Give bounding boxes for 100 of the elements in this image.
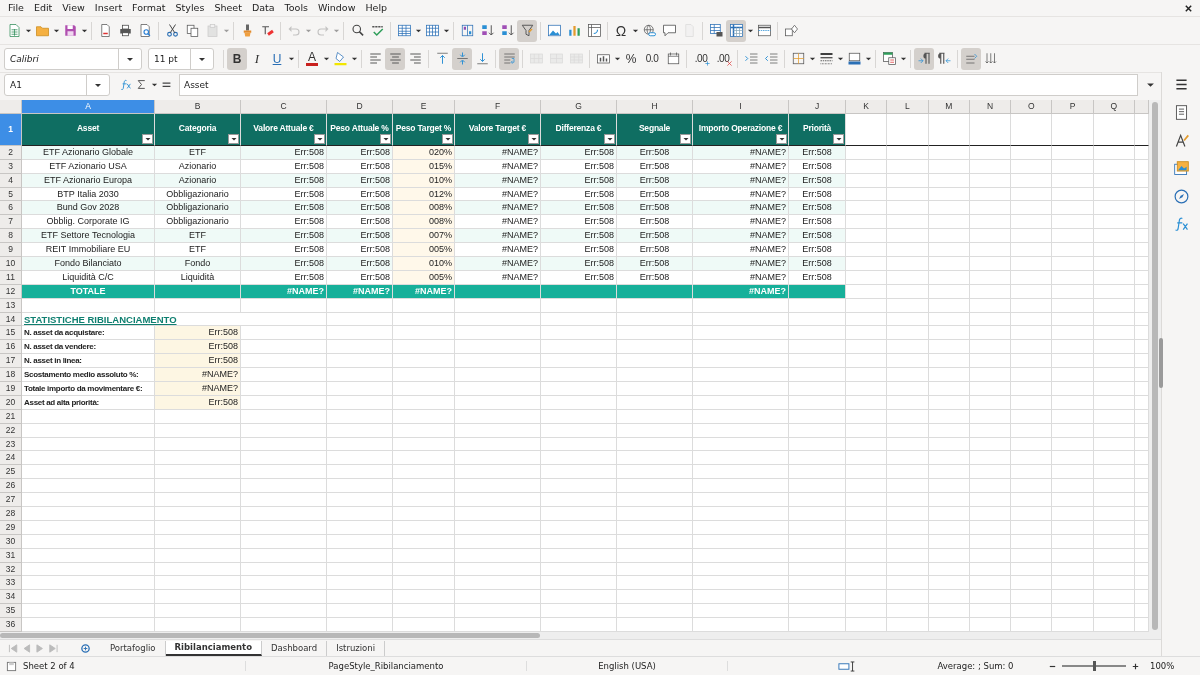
menu-item[interactable]: Sheet	[209, 1, 247, 15]
column-header[interactable]: O	[1011, 99, 1053, 114]
sheet-tab[interactable]: Dashboard	[262, 640, 328, 656]
function-icon[interactable]	[1172, 216, 1190, 233]
add-sheet-icon[interactable]	[80, 642, 91, 654]
row-header[interactable]: 36	[0, 618, 22, 632]
column-header[interactable]: Q	[1093, 99, 1136, 114]
vertical-scrollbar[interactable]	[1149, 99, 1162, 632]
row-header[interactable]: 7	[0, 215, 22, 230]
italic-button[interactable]: I	[247, 47, 267, 70]
left-to-right-button[interactable]	[914, 47, 934, 70]
menu-item[interactable]: Window	[312, 1, 361, 15]
column-header[interactable]: N	[969, 99, 1012, 114]
column-header[interactable]: H	[617, 99, 693, 114]
filter-button[interactable]	[380, 133, 391, 144]
row-header[interactable]: 18	[0, 368, 22, 382]
wrap-text-button[interactable]	[499, 47, 519, 70]
font-size-field[interactable]: 11 pt	[148, 47, 214, 70]
special-character-button[interactable]: Ω	[611, 19, 631, 42]
column-header[interactable]: I	[693, 99, 789, 114]
menu-item[interactable]: Edit	[28, 1, 58, 15]
row-header[interactable]: 35	[0, 604, 22, 619]
column-header[interactable]: L	[887, 99, 929, 114]
row-header[interactable]: 26	[0, 479, 22, 494]
menu-item[interactable]: Insert	[89, 1, 128, 15]
column-header[interactable]: D	[327, 99, 393, 114]
filter-button[interactable]	[680, 133, 691, 144]
underline-button[interactable]: U	[267, 47, 287, 70]
function-wizard-icon[interactable]	[120, 78, 133, 92]
row-header[interactable]: 27	[0, 493, 22, 508]
filter-button[interactable]	[314, 133, 325, 144]
align-middle-button[interactable]	[452, 47, 472, 70]
zoom-in-icon[interactable]	[1131, 661, 1140, 671]
compass-icon[interactable]	[1172, 188, 1190, 205]
standard-format-button[interactable]: 0.0	[641, 47, 663, 70]
row-header[interactable]: 19	[0, 382, 22, 396]
horizontal-scrollbar[interactable]	[0, 631, 1162, 640]
menu-item[interactable]: File	[3, 1, 29, 15]
row-header[interactable]: 16	[0, 340, 22, 355]
column-header[interactable]: M	[928, 99, 970, 114]
freeze-button[interactable]	[726, 19, 746, 42]
column-header[interactable]: P	[1052, 99, 1094, 114]
text-horizontal-button[interactable]	[961, 47, 981, 70]
delete-decimal-button[interactable]: .00	[712, 47, 734, 70]
sidebar-grip[interactable]	[1159, 338, 1164, 388]
printer-icon	[117, 23, 133, 38]
filter-button[interactable]	[604, 133, 615, 144]
filter-button[interactable]	[528, 133, 539, 144]
name-box[interactable]: A1	[4, 73, 110, 96]
column-header[interactable]: E	[393, 99, 455, 114]
filter-button[interactable]	[776, 133, 787, 144]
menu-item[interactable]: View	[57, 1, 90, 15]
add-decimal-button[interactable]: .00	[690, 47, 712, 70]
row-header[interactable]: 24	[0, 451, 22, 466]
frozen-table-icon	[728, 23, 744, 38]
conditional-format-icon	[881, 51, 897, 66]
table-cell: Err:508	[241, 229, 327, 244]
row-header[interactable]: 6	[0, 201, 22, 216]
menu-item[interactable]: Data	[246, 1, 280, 15]
sheet-tab[interactable]: Ribilanciamento	[165, 640, 262, 656]
row-header[interactable]: 17	[0, 354, 22, 369]
formula-input[interactable]: Asset	[179, 73, 1139, 96]
column-header[interactable]: G	[541, 99, 617, 114]
font-name-field[interactable]: Calibri	[4, 47, 142, 70]
row-header[interactable]: 10	[0, 257, 22, 271]
row-header[interactable]: 33	[0, 576, 22, 591]
row-header[interactable]: 9	[0, 243, 22, 257]
bar-chart-icon	[566, 23, 582, 38]
bold-button[interactable]: B	[227, 47, 247, 70]
autofilter-button[interactable]	[517, 19, 537, 42]
align-center-button[interactable]	[385, 47, 405, 70]
gallery-icon[interactable]	[1172, 160, 1190, 177]
caret-icon	[287, 55, 295, 62]
sum-icon[interactable]	[135, 78, 148, 92]
filter-button[interactable]	[228, 133, 239, 144]
row-header[interactable]: 8	[0, 229, 22, 244]
row-header[interactable]: 25	[0, 465, 22, 480]
menu-item[interactable]: Help	[360, 1, 393, 15]
sheet-tab[interactable]: Istruzioni	[327, 640, 386, 656]
menu-item[interactable]: Format	[127, 1, 171, 15]
table-cell: Err:508	[327, 201, 393, 216]
font-color-button[interactable]: A	[302, 47, 322, 70]
sheet-tab[interactable]: Portafoglio	[101, 640, 166, 656]
filter-button[interactable]	[442, 133, 453, 144]
column-header[interactable]: K	[846, 99, 888, 114]
close-icon[interactable]	[1184, 3, 1193, 13]
row-header[interactable]: 15	[0, 326, 22, 341]
row-header[interactable]: 34	[0, 590, 22, 605]
column-header[interactable]: C	[241, 99, 327, 114]
expand-icon[interactable]	[1146, 80, 1156, 90]
column-header[interactable]: J	[789, 99, 846, 114]
table-cell: ETF	[155, 229, 241, 244]
percent-button[interactable]: %	[621, 47, 641, 70]
menu-item[interactable]: Styles	[170, 1, 210, 15]
column-header[interactable]: F	[455, 99, 541, 114]
filter-button[interactable]	[142, 133, 153, 144]
menu-item[interactable]: Tools	[279, 1, 313, 15]
column-header[interactable]: B	[155, 99, 241, 114]
row-header[interactable]: 28	[0, 507, 22, 521]
filter-button[interactable]	[833, 133, 844, 144]
